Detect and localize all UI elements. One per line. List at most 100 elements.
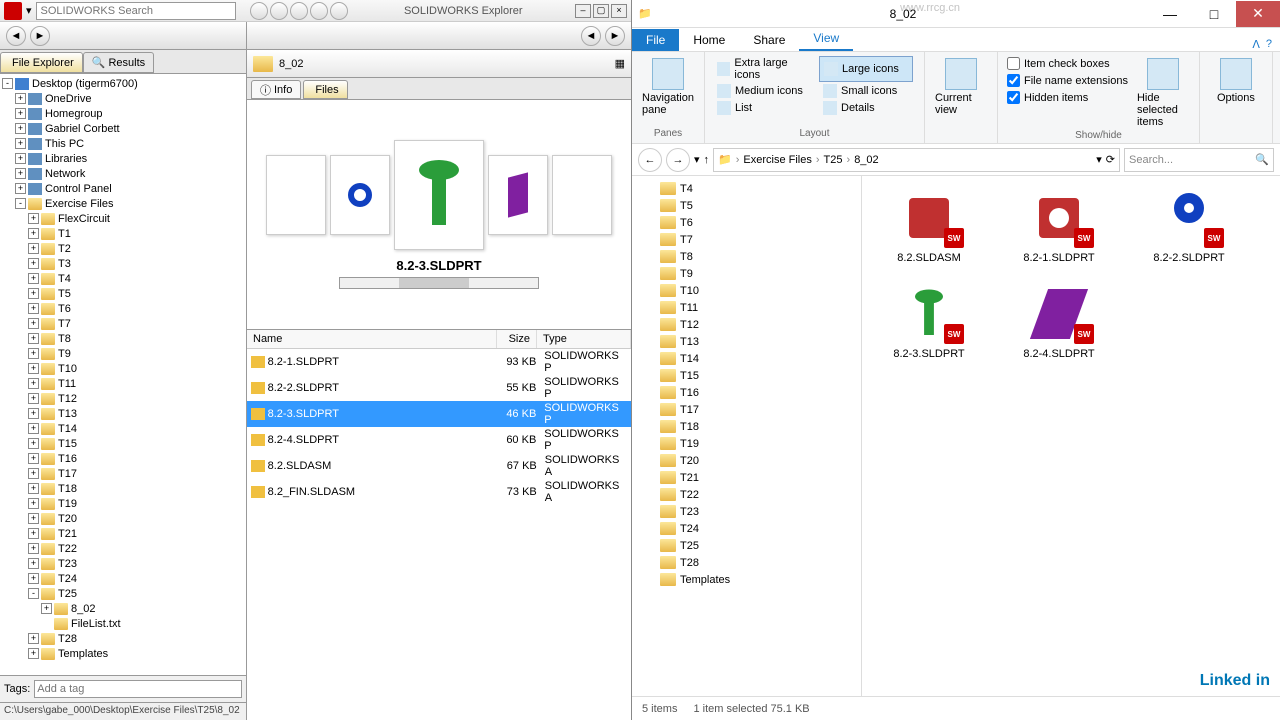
expand-icon[interactable]: +: [15, 168, 26, 179]
tree-item[interactable]: +T19: [2, 496, 244, 511]
tree-item[interactable]: T20: [636, 452, 857, 469]
tree-item[interactable]: +T23: [2, 556, 244, 571]
tree-item[interactable]: T19: [636, 435, 857, 452]
expand-icon[interactable]: +: [28, 333, 39, 344]
expand-icon[interactable]: +: [28, 648, 39, 659]
tree-item[interactable]: +T17: [2, 466, 244, 481]
tree-item[interactable]: +OneDrive: [2, 91, 244, 106]
close-button[interactable]: ✕: [1236, 1, 1280, 27]
tree-item[interactable]: T15: [636, 367, 857, 384]
tree-item[interactable]: +T9: [2, 346, 244, 361]
current-view-button[interactable]: Current view: [933, 56, 989, 118]
tree-item[interactable]: +T18: [2, 481, 244, 496]
expand-icon[interactable]: +: [28, 258, 39, 269]
tree-item[interactable]: +T11: [2, 376, 244, 391]
tree-item[interactable]: T14: [636, 350, 857, 367]
expand-icon[interactable]: -: [28, 588, 39, 599]
file-row[interactable]: 8.2-2.SLDPRT55 KBSOLIDWORKS P: [247, 375, 631, 401]
tab-home[interactable]: Home: [679, 29, 739, 51]
back-button[interactable]: ←: [638, 148, 662, 172]
tree-item[interactable]: +Gabriel Corbett: [2, 121, 244, 136]
tab-file[interactable]: File: [632, 29, 679, 51]
expand-icon[interactable]: +: [28, 273, 39, 284]
tree-item[interactable]: T10: [636, 282, 857, 299]
tree-item[interactable]: T6: [636, 214, 857, 231]
expand-icon[interactable]: +: [28, 468, 39, 479]
expand-icon[interactable]: +: [15, 123, 26, 134]
preview-card-prev1[interactable]: [330, 155, 390, 235]
tree-item[interactable]: +Network: [2, 166, 244, 181]
tree-item[interactable]: T7: [636, 231, 857, 248]
preview-card-current[interactable]: [394, 140, 484, 250]
item-checkboxes-toggle[interactable]: Item check boxes: [1006, 56, 1129, 71]
tree-item[interactable]: T28: [636, 554, 857, 571]
minimize-button[interactable]: –: [575, 4, 591, 18]
expand-icon[interactable]: -: [2, 78, 13, 89]
file-item[interactable]: SW8.2-1.SLDPRT: [1004, 188, 1114, 264]
tree-item[interactable]: T4: [636, 180, 857, 197]
tree-item[interactable]: +Homegroup: [2, 106, 244, 121]
tree-item[interactable]: T18: [636, 418, 857, 435]
expand-icon[interactable]: +: [28, 363, 39, 374]
expand-icon[interactable]: +: [28, 483, 39, 494]
tree-item[interactable]: T16: [636, 384, 857, 401]
forward-button[interactable]: →: [666, 148, 690, 172]
expand-icon[interactable]: +: [28, 408, 39, 419]
tree-item[interactable]: T17: [636, 401, 857, 418]
expand-icon[interactable]: +: [28, 228, 39, 239]
col-name[interactable]: Name: [247, 330, 497, 348]
expand-icon[interactable]: +: [28, 513, 39, 524]
tree-item[interactable]: T21: [636, 469, 857, 486]
refresh-icon[interactable]: ⟳: [1106, 153, 1115, 166]
expand-icon[interactable]: +: [28, 318, 39, 329]
expand-icon[interactable]: +: [28, 438, 39, 449]
tree-item[interactable]: +T2: [2, 241, 244, 256]
view-mode-icon[interactable]: ▦: [615, 57, 625, 70]
tree-item[interactable]: T5: [636, 197, 857, 214]
expand-icon[interactable]: +: [28, 498, 39, 509]
tree-item[interactable]: +T20: [2, 511, 244, 526]
small-icons-button[interactable]: Small icons: [819, 83, 913, 99]
tree-item[interactable]: +This PC: [2, 136, 244, 151]
large-icons-button[interactable]: Large icons: [819, 56, 913, 82]
expand-icon[interactable]: +: [28, 378, 39, 389]
extra-large-icons-button[interactable]: Extra large icons: [713, 56, 817, 82]
file-item[interactable]: SW8.2-2.SLDPRT: [1134, 188, 1244, 264]
tree-item[interactable]: +T21: [2, 526, 244, 541]
expand-icon[interactable]: +: [28, 348, 39, 359]
tree-item[interactable]: +T22: [2, 541, 244, 556]
tree-item[interactable]: T22: [636, 486, 857, 503]
expand-icon[interactable]: +: [15, 108, 26, 119]
tree-item[interactable]: T13: [636, 333, 857, 350]
details-button[interactable]: Details: [819, 100, 913, 116]
tree-item[interactable]: +T7: [2, 316, 244, 331]
tree-item[interactable]: +T10: [2, 361, 244, 376]
tree-item[interactable]: T23: [636, 503, 857, 520]
file-item[interactable]: SW8.2-4.SLDPRT: [1004, 284, 1114, 360]
expand-icon[interactable]: +: [15, 153, 26, 164]
sw-file-list[interactable]: Name Size Type 8.2-1.SLDPRT93 KBSOLIDWOR…: [247, 330, 631, 720]
tree-item[interactable]: +T6: [2, 301, 244, 316]
medium-icons-button[interactable]: Medium icons: [713, 83, 817, 99]
tab-results[interactable]: 🔍Results: [83, 52, 154, 73]
expand-icon[interactable]: +: [28, 573, 39, 584]
help-icon[interactable]: [330, 2, 348, 20]
tree-item[interactable]: +T5: [2, 286, 244, 301]
up-button[interactable]: ↑: [704, 154, 710, 166]
col-type[interactable]: Type: [537, 330, 631, 348]
tree-item[interactable]: +T4: [2, 271, 244, 286]
win-folder-tree[interactable]: T4T5T6T7T8T9T10T11T12T13T14T15T16T17T18T…: [632, 176, 862, 696]
subtab-info[interactable]: ⓘInfo: [251, 80, 301, 99]
expand-icon[interactable]: +: [28, 528, 39, 539]
help-icon[interactable]: ?: [1266, 38, 1272, 51]
tree-item[interactable]: T8: [636, 248, 857, 265]
expand-icon[interactable]: +: [28, 243, 39, 254]
expand-icon[interactable]: +: [28, 288, 39, 299]
file-row[interactable]: 8.2.SLDASM67 KBSOLIDWORKS A: [247, 453, 631, 479]
toolbar-icon-2[interactable]: [270, 2, 288, 20]
expand-icon[interactable]: +: [28, 303, 39, 314]
preview-card-next1[interactable]: [488, 155, 548, 235]
expand-icon[interactable]: +: [28, 633, 39, 644]
file-item[interactable]: SW8.2.SLDASM: [874, 188, 984, 264]
sw-tree[interactable]: -Desktop (tigerm6700)+OneDrive+Homegroup…: [0, 74, 246, 675]
